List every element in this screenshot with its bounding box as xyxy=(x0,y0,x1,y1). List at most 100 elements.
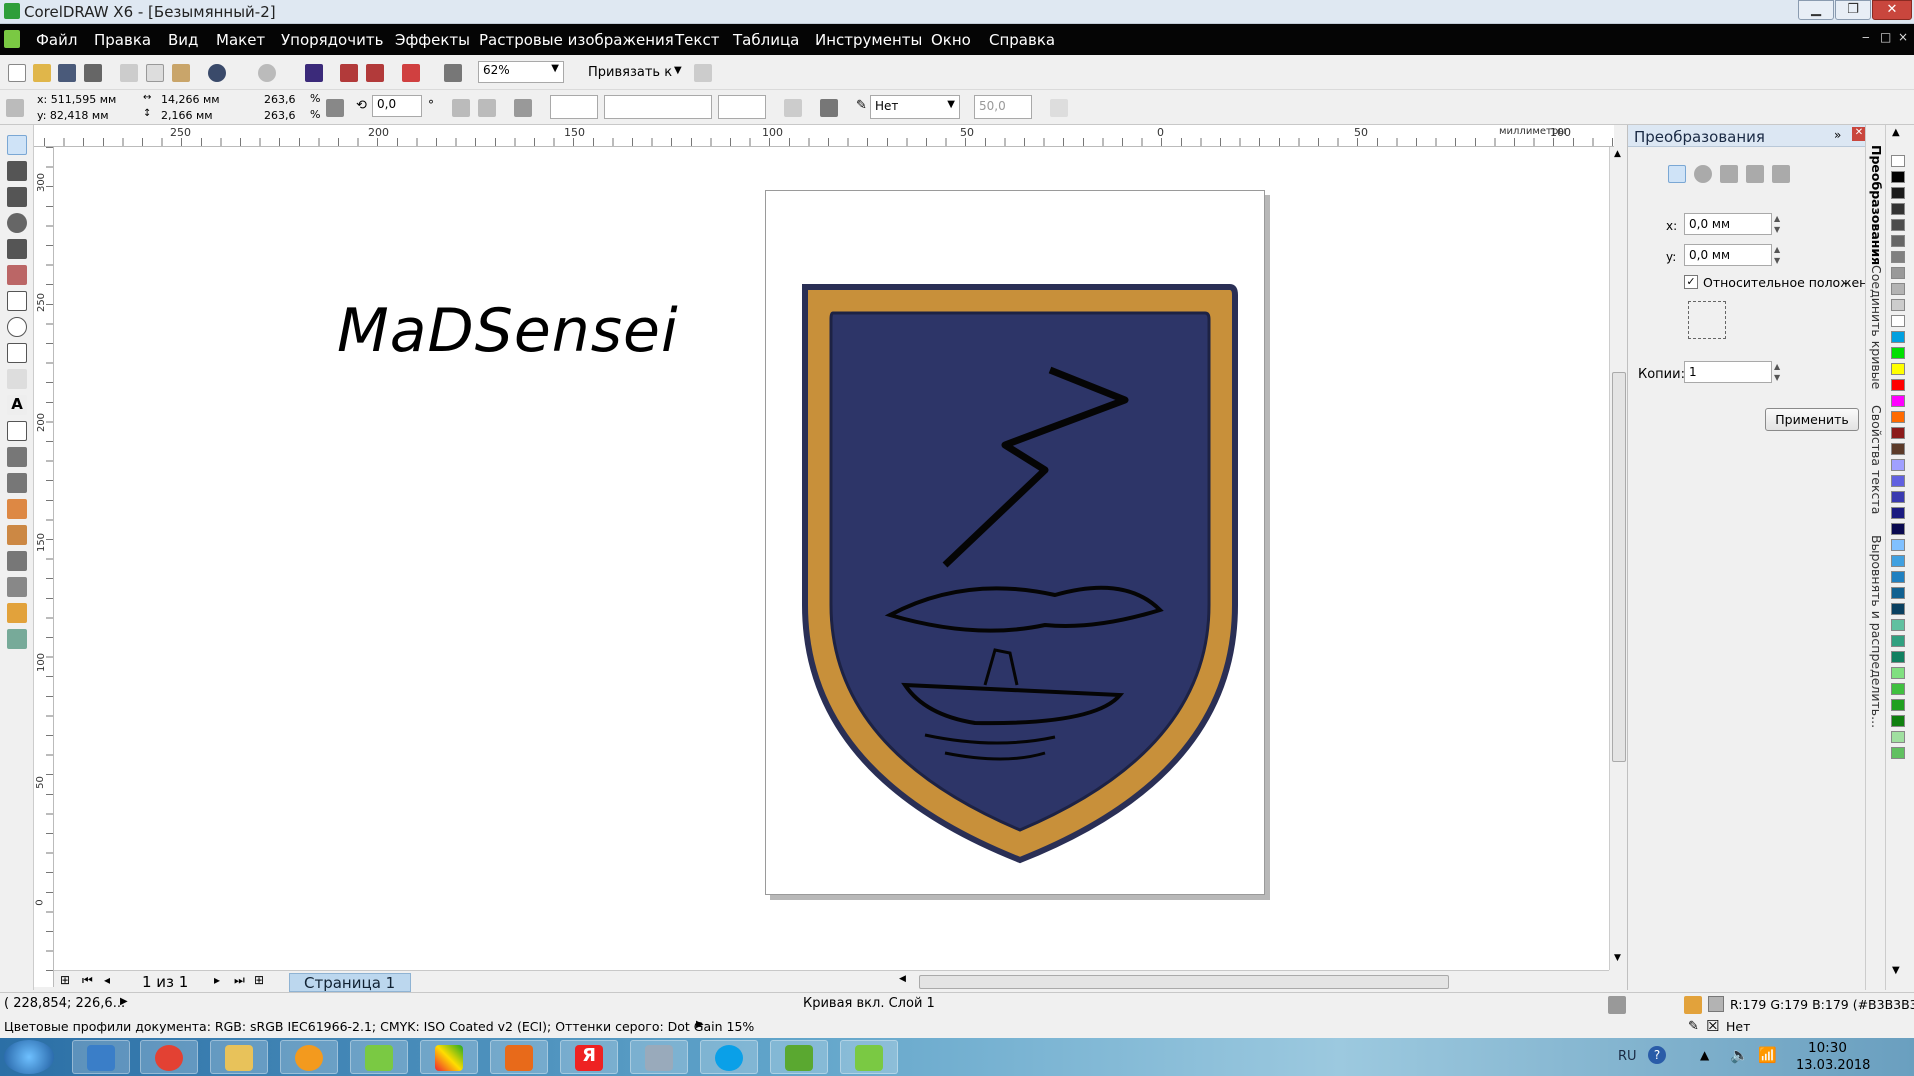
color-swatch[interactable] xyxy=(1891,395,1905,407)
mirror-vertical-icon[interactable] xyxy=(478,99,496,117)
text-wrap-icon[interactable] xyxy=(784,99,802,117)
embroidered-patch-image[interactable] xyxy=(795,275,1240,865)
zoom-tool-icon[interactable] xyxy=(7,213,27,233)
color-swatch[interactable] xyxy=(1891,523,1905,535)
paste-icon[interactable] xyxy=(172,64,190,82)
prev-page-icon[interactable]: ◂ xyxy=(104,973,110,987)
color-swatch[interactable] xyxy=(1891,619,1905,631)
transform-icon[interactable] xyxy=(514,99,532,117)
pick-tool-icon[interactable] xyxy=(7,135,27,155)
add-page-icon[interactable]: ⊞ xyxy=(60,973,70,987)
width-field[interactable]: 14,266 мм xyxy=(157,92,247,107)
horizontal-scroll-thumb[interactable] xyxy=(919,975,1449,989)
redo-icon[interactable] xyxy=(258,64,276,82)
taskbar-app[interactable] xyxy=(700,1040,758,1074)
y-spinner-icon[interactable]: ▲ ▼ xyxy=(1774,244,1780,266)
arrow-style-select[interactable] xyxy=(718,95,766,119)
menu-layout[interactable]: Макет xyxy=(216,31,265,49)
import-icon[interactable] xyxy=(340,64,358,82)
taskbar-app[interactable]: Я xyxy=(560,1040,618,1074)
color-swatch[interactable] xyxy=(1891,683,1905,695)
position-tab-icon[interactable] xyxy=(1668,165,1686,183)
x-input[interactable]: 0,0 мм xyxy=(1684,213,1772,235)
welcome-screen-icon[interactable] xyxy=(444,64,462,82)
color-swatch[interactable] xyxy=(1891,283,1905,295)
menu-help[interactable]: Справка xyxy=(989,31,1055,49)
taskbar-app[interactable] xyxy=(140,1040,198,1074)
freehand-tool-icon[interactable] xyxy=(7,239,27,259)
outline-pen-icon[interactable] xyxy=(7,577,27,597)
color-swatch[interactable] xyxy=(1891,187,1905,199)
x-spinner-icon[interactable]: ▲ ▼ xyxy=(1774,213,1780,235)
table-tool-icon[interactable] xyxy=(7,421,27,441)
menu-window[interactable]: Окно xyxy=(931,31,971,49)
color-swatch[interactable] xyxy=(1891,299,1905,311)
restore-button[interactable]: ❐ xyxy=(1835,0,1871,20)
color-swatch[interactable] xyxy=(1891,171,1905,183)
color-swatch[interactable] xyxy=(1891,635,1905,647)
anchor-grid-icon[interactable] xyxy=(1688,301,1726,339)
clock-date[interactable]: 13.03.2018 xyxy=(1796,1058,1870,1073)
color-swatch[interactable] xyxy=(1891,571,1905,583)
color-swatch[interactable] xyxy=(1891,203,1905,215)
color-swatch[interactable] xyxy=(1891,411,1905,423)
scroll-up-icon[interactable]: ▲ xyxy=(1614,149,1621,159)
expand-icon[interactable]: ▶ xyxy=(120,996,128,1007)
x-position-field[interactable]: x: 511,595 мм xyxy=(33,92,137,107)
page-tab[interactable]: Страница 1 xyxy=(289,973,411,992)
taskbar-app[interactable] xyxy=(770,1040,828,1074)
basic-shapes-icon[interactable] xyxy=(7,369,27,389)
corner-radius-field[interactable]: 50,0 xyxy=(974,95,1032,119)
palette-scroll-up-icon[interactable]: ▲ xyxy=(1892,127,1900,138)
color-swatch[interactable] xyxy=(1891,379,1905,391)
open-icon[interactable] xyxy=(33,64,51,82)
taskbar-app[interactable] xyxy=(350,1040,408,1074)
color-swatch[interactable] xyxy=(1891,235,1905,247)
color-swatch[interactable] xyxy=(1891,315,1905,327)
color-swatch[interactable] xyxy=(1891,443,1905,455)
taskbar-app[interactable] xyxy=(210,1040,268,1074)
cut-icon[interactable] xyxy=(120,64,138,82)
color-swatch[interactable] xyxy=(1891,587,1905,599)
next-page-icon[interactable]: ▸ xyxy=(214,973,220,987)
scroll-left-icon[interactable]: ◀ xyxy=(899,974,906,984)
fill-style-select[interactable] xyxy=(550,95,598,119)
color-swatch[interactable] xyxy=(1891,267,1905,279)
copies-spinner-icon[interactable]: ▲ ▼ xyxy=(1774,361,1780,383)
start-button[interactable] xyxy=(4,1040,54,1074)
horizontal-ruler[interactable]: 250 200 150 100 50 0 50 100 миллиметры xyxy=(44,125,1614,147)
dimension-tool-icon[interactable] xyxy=(7,447,27,467)
text-tool-icon[interactable]: A xyxy=(7,395,27,415)
volume-icon[interactable]: 🔈 xyxy=(1730,1046,1749,1064)
close-button[interactable]: ✕ xyxy=(1872,0,1912,20)
color-swatch[interactable] xyxy=(1891,331,1905,343)
tray-expand-icon[interactable]: ▲ xyxy=(1700,1048,1709,1062)
color-swatch[interactable] xyxy=(1891,347,1905,359)
rotate-tab-icon[interactable] xyxy=(1694,165,1712,183)
polygon-tool-icon[interactable] xyxy=(7,343,27,363)
mdi-minimize-button[interactable]: ‒ xyxy=(1862,30,1870,44)
no-color-swatch[interactable] xyxy=(1891,155,1905,167)
application-launcher-icon[interactable] xyxy=(402,64,420,82)
taskbar-app[interactable] xyxy=(630,1040,688,1074)
menu-table[interactable]: Таблица xyxy=(733,31,799,49)
object-origin-icon[interactable] xyxy=(6,99,24,117)
snap-grid-icon[interactable] xyxy=(1050,99,1068,117)
scale-tab-icon[interactable] xyxy=(1720,165,1738,183)
color-swatch[interactable] xyxy=(1891,715,1905,727)
vertical-scrollbar[interactable]: ▲ ▼ xyxy=(1609,147,1627,970)
skew-tab-icon[interactable] xyxy=(1772,165,1790,183)
save-icon[interactable] xyxy=(58,64,76,82)
horizontal-scrollbar[interactable]: ◀ ▶ xyxy=(899,973,1649,991)
first-page-icon[interactable]: ⏮ xyxy=(82,973,93,988)
interactive-fill-icon[interactable] xyxy=(7,629,27,649)
lock-ratio-icon[interactable] xyxy=(326,99,344,117)
taskbar-app[interactable] xyxy=(420,1040,478,1074)
menu-tools[interactable]: Инструменты xyxy=(815,31,922,49)
canvas-text-object[interactable]: MaDSensei xyxy=(337,296,679,366)
apply-button[interactable]: Применить xyxy=(1765,408,1859,431)
add-page-after-icon[interactable]: ⊞ xyxy=(254,973,264,987)
document-icon[interactable] xyxy=(4,30,20,48)
expand-icon[interactable]: ▶ xyxy=(696,1019,704,1030)
zoom-level-select[interactable]: 62% ▼ xyxy=(478,61,564,83)
